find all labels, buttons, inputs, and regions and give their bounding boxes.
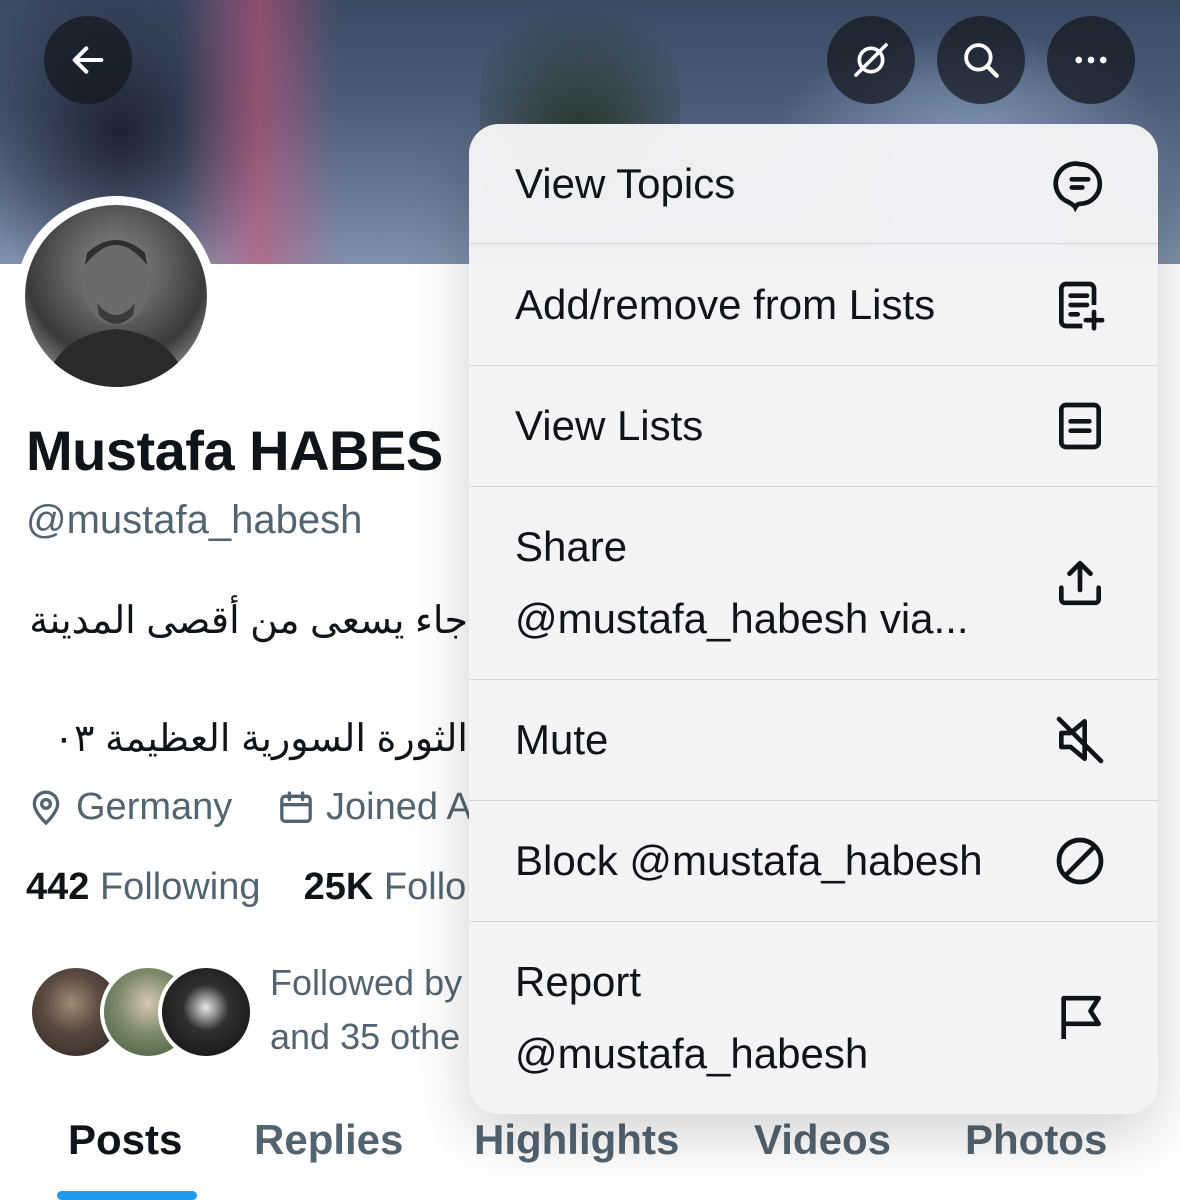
- location-text: Germany: [76, 786, 233, 828]
- followers-link[interactable]: 25K Follo: [304, 866, 467, 908]
- following-count: 442: [26, 866, 90, 908]
- following-link[interactable]: 442 Following: [26, 866, 261, 908]
- menu-item-label: Report @mustafa_habesh: [515, 946, 868, 1090]
- search-button[interactable]: [937, 16, 1025, 104]
- following-label: Following: [99, 866, 261, 908]
- topics-icon: [1050, 154, 1110, 214]
- menu-item-report[interactable]: Report @mustafa_habesh: [469, 922, 1158, 1114]
- followed-by-line: Followed by: [270, 962, 463, 1003]
- followed-by-text[interactable]: Followed by and 35 othe: [270, 956, 462, 1064]
- translate-button[interactable]: [827, 16, 915, 104]
- tab-videos[interactable]: Videos: [754, 1116, 891, 1164]
- search-icon: [964, 43, 999, 78]
- share-icon: [1050, 553, 1110, 613]
- join-date-text: Joined A: [326, 786, 472, 828]
- menu-item-block[interactable]: Block @mustafa_habesh: [469, 801, 1158, 922]
- menu-item-label: Add/remove from Lists: [515, 281, 936, 328]
- calendar-icon: [280, 790, 312, 823]
- menu-item-view-topics[interactable]: View Topics: [469, 124, 1158, 244]
- menu-item-view-lists[interactable]: View Lists: [469, 366, 1158, 487]
- follower-avatar[interactable]: [158, 964, 254, 1060]
- bio-line: الثورة السورية العظيمة ٠٣: [53, 718, 468, 760]
- menu-item-label: View Lists: [515, 402, 704, 449]
- mute-icon: [1050, 710, 1110, 770]
- lists-icon: [1050, 396, 1110, 456]
- more-button[interactable]: [1047, 16, 1135, 104]
- profile-name: Mustafa HABES: [26, 419, 443, 482]
- bio-line: جاء يسعى من أقصى المدينة: [29, 600, 468, 642]
- followers-label: Follo: [383, 866, 467, 908]
- list-add-icon: [1050, 275, 1110, 335]
- back-button[interactable]: [44, 16, 132, 104]
- location: Germany: [26, 786, 232, 829]
- avatar[interactable]: [16, 196, 216, 396]
- menu-item-label-line: Report: [515, 958, 642, 1005]
- profile-handle: @mustafa_habesh: [26, 498, 363, 542]
- globe-off-icon: [854, 43, 888, 77]
- arrow-left-icon: [72, 46, 104, 74]
- profile-stats: 442 Following 25K Follo: [26, 866, 466, 909]
- tab-posts[interactable]: Posts: [68, 1116, 182, 1164]
- menu-item-label: View Topics: [515, 159, 736, 207]
- profile-tabs: Posts Replies Highlights Videos Photos: [0, 1112, 1180, 1200]
- location-icon: [32, 790, 60, 825]
- block-icon: [1050, 831, 1110, 891]
- menu-item-label-line: Share: [515, 523, 628, 570]
- menu-item-label-line: @mustafa_habesh via...: [515, 595, 969, 642]
- menu-item-label: Mute: [515, 716, 609, 763]
- profile-more-menu: View Topics Add/remove from Lists View L…: [469, 124, 1158, 1114]
- menu-item-label: Block @mustafa_habesh: [515, 837, 983, 884]
- menu-item-share[interactable]: Share @mustafa_habesh via...: [469, 487, 1158, 680]
- menu-item-mute[interactable]: Mute: [469, 680, 1158, 801]
- join-date: Joined A: [276, 786, 472, 829]
- followers-count: 25K: [303, 866, 374, 908]
- followed-by-line: and 35 othe: [270, 1016, 461, 1057]
- menu-item-label: Share @mustafa_habesh via...: [515, 511, 969, 655]
- tab-highlights[interactable]: Highlights: [474, 1116, 679, 1164]
- menu-item-label-line: @mustafa_habesh: [515, 1030, 869, 1077]
- active-tab-indicator: [57, 1191, 197, 1200]
- tab-photos[interactable]: Photos: [965, 1116, 1107, 1164]
- tab-replies[interactable]: Replies: [254, 1116, 403, 1164]
- menu-item-add-remove-lists[interactable]: Add/remove from Lists: [469, 245, 1158, 366]
- more-icon: [1075, 56, 1107, 64]
- flag-icon: [1050, 988, 1110, 1048]
